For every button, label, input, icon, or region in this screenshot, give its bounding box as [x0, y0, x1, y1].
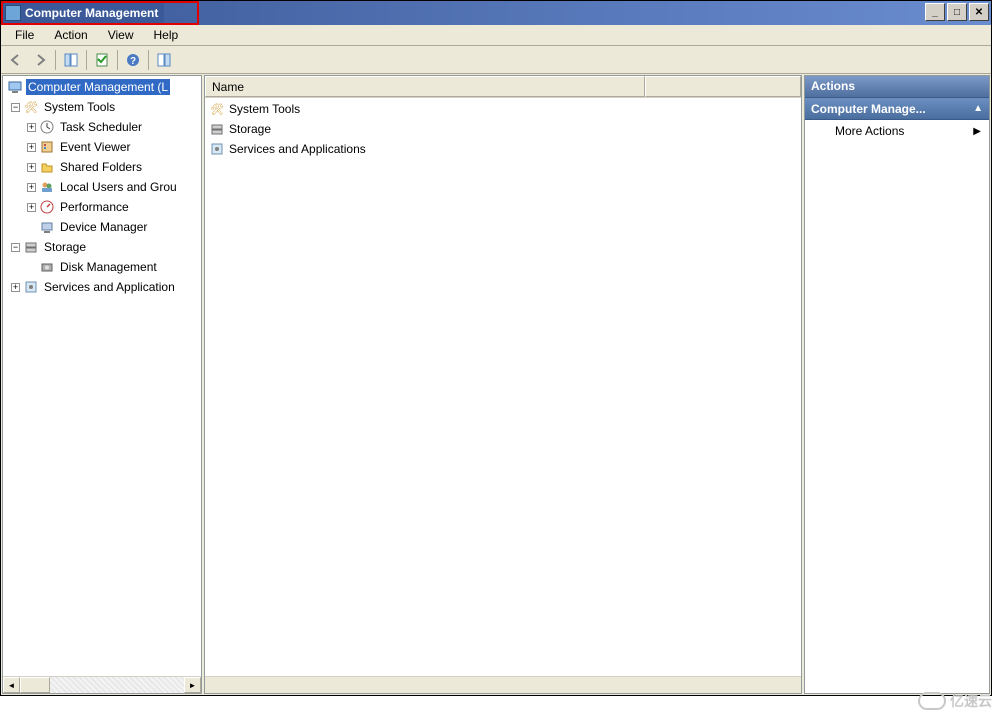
toolbar-separator: [55, 50, 56, 70]
toolbar: ?: [1, 46, 991, 74]
show-hide-console-button[interactable]: [60, 49, 82, 71]
tree-event-viewer[interactable]: + Event Viewer: [3, 137, 201, 157]
collapse-icon[interactable]: −: [11, 243, 20, 252]
tree-storage[interactable]: − Storage: [3, 237, 201, 257]
tree-device-manager[interactable]: Device Manager: [3, 217, 201, 237]
tree-root-computer-management[interactable]: Computer Management (L: [3, 77, 201, 97]
event-viewer-icon: [39, 139, 55, 155]
performance-icon: [39, 199, 55, 215]
collapse-icon[interactable]: −: [11, 103, 20, 112]
scroll-thumb[interactable]: [20, 677, 50, 693]
submenu-icon: ▶: [973, 126, 981, 137]
services-apps-icon: [209, 141, 225, 157]
menu-view[interactable]: View: [98, 25, 144, 45]
tree-performance[interactable]: + Performance: [3, 197, 201, 217]
window-title: Computer Management: [25, 6, 158, 20]
storage-icon: [23, 239, 39, 255]
list-item-label: Storage: [229, 122, 271, 136]
tree-root-label: Computer Management (L: [26, 79, 170, 95]
menu-action[interactable]: Action: [44, 25, 97, 45]
close-icon: ✕: [975, 7, 983, 18]
tree-horizontal-scrollbar[interactable]: ◄ ►: [3, 676, 201, 693]
help-button[interactable]: ?: [122, 49, 144, 71]
collapse-icon: ▲: [973, 103, 983, 114]
forward-button[interactable]: [29, 49, 51, 71]
users-icon: [39, 179, 55, 195]
scroll-track[interactable]: [20, 677, 184, 693]
console-tree-icon: [63, 52, 79, 68]
device-manager-icon: [39, 219, 55, 235]
expand-icon[interactable]: +: [11, 283, 20, 292]
tree-system-tools[interactable]: − 🛠 System Tools: [3, 97, 201, 117]
help-icon: ?: [125, 52, 141, 68]
actions-group-label: Computer Manage...: [811, 102, 926, 116]
storage-icon: [209, 121, 225, 137]
computer-icon: [7, 79, 23, 95]
properties-icon: [94, 52, 110, 68]
toolbar-separator: [117, 50, 118, 70]
app-icon: [5, 5, 21, 21]
list-horizontal-scrollbar[interactable]: [205, 676, 801, 693]
menu-bar: File Action View Help: [1, 25, 991, 46]
list-panel: Name 🛠 System Tools Storage Services and…: [204, 75, 802, 694]
tree-panel: Computer Management (L − 🛠 System Tools …: [2, 75, 202, 694]
tree-local-users-groups[interactable]: + Local Users and Grou: [3, 177, 201, 197]
disk-management-icon: [39, 259, 55, 275]
properties-button[interactable]: [91, 49, 113, 71]
actions-more-label: More Actions: [835, 124, 904, 138]
list-item-services-applications[interactable]: Services and Applications: [205, 139, 801, 159]
system-tools-icon: 🛠: [23, 99, 39, 115]
system-tools-icon: 🛠: [209, 101, 225, 117]
expand-icon[interactable]: +: [27, 203, 36, 212]
back-button[interactable]: [5, 49, 27, 71]
watermark: 亿速云: [918, 691, 992, 711]
list-header: Name: [205, 76, 801, 98]
title-bar[interactable]: Computer Management _ □ ✕: [1, 1, 991, 25]
actions-panel: Actions Computer Manage... ▲ More Action…: [804, 75, 990, 694]
list-item-label: Services and Applications: [229, 142, 366, 156]
tree-task-scheduler[interactable]: + Task Scheduler: [3, 117, 201, 137]
minimize-button[interactable]: _: [925, 3, 945, 21]
title-area: Computer Management: [1, 1, 164, 25]
list-item-storage[interactable]: Storage: [205, 119, 801, 139]
close-button[interactable]: ✕: [969, 3, 989, 21]
menu-file[interactable]: File: [5, 25, 44, 45]
actions-more-actions[interactable]: More Actions ▶: [805, 120, 989, 142]
actions-group-header[interactable]: Computer Manage... ▲: [805, 98, 989, 120]
shared-folders-icon: [39, 159, 55, 175]
scroll-right-button[interactable]: ►: [184, 677, 201, 693]
maximize-button[interactable]: □: [947, 3, 967, 21]
back-icon: [9, 53, 23, 67]
content-area: Computer Management (L − 🛠 System Tools …: [1, 74, 991, 695]
window-frame: Computer Management _ □ ✕ File Action Vi…: [0, 0, 992, 696]
forward-icon: [33, 53, 47, 67]
tree-disk-management[interactable]: Disk Management: [3, 257, 201, 277]
toolbar-separator: [148, 50, 149, 70]
cloud-icon: [918, 692, 946, 710]
expand-icon[interactable]: +: [27, 163, 36, 172]
minimize-icon: _: [932, 7, 938, 18]
tree-services-applications[interactable]: + Services and Application: [3, 277, 201, 297]
expand-icon[interactable]: +: [27, 143, 36, 152]
watermark-text: 亿速云: [950, 691, 992, 711]
actions-title: Actions: [805, 76, 989, 98]
show-hide-action-button[interactable]: [153, 49, 175, 71]
tree-shared-folders[interactable]: + Shared Folders: [3, 157, 201, 177]
scroll-left-button[interactable]: ◄: [3, 677, 20, 693]
list-body: 🛠 System Tools Storage Services and Appl…: [205, 98, 801, 676]
expand-icon[interactable]: +: [27, 183, 36, 192]
list-item-system-tools[interactable]: 🛠 System Tools: [205, 99, 801, 119]
expand-icon[interactable]: +: [27, 123, 36, 132]
toolbar-separator: [86, 50, 87, 70]
menu-help[interactable]: Help: [144, 25, 189, 45]
column-name[interactable]: Name: [205, 76, 645, 97]
tree: Computer Management (L − 🛠 System Tools …: [3, 76, 201, 676]
maximize-icon: □: [954, 7, 960, 18]
services-apps-icon: [23, 279, 39, 295]
svg-text:?: ?: [130, 56, 136, 67]
clock-icon: [39, 119, 55, 135]
column-blank[interactable]: [645, 76, 801, 97]
list-item-label: System Tools: [229, 102, 300, 116]
action-pane-icon: [156, 52, 172, 68]
